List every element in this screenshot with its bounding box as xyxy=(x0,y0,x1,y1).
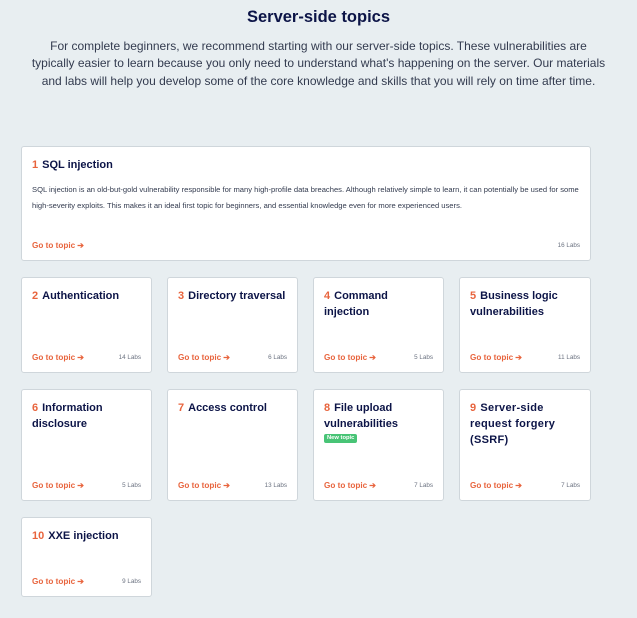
topic-number: 2 xyxy=(32,290,39,302)
go-to-topic-label: Go to topic xyxy=(32,241,76,250)
go-to-topic-label: Go to topic xyxy=(178,481,222,490)
go-to-topic-link[interactable]: Go to topic ➔ xyxy=(32,352,84,362)
topic-name: SQL injection xyxy=(42,159,113,171)
topic-card-xxe-injection[interactable]: 10 XXE injection Go to topic ➔ 9 Labs xyxy=(21,517,152,597)
new-topic-badge: New topic xyxy=(324,434,358,443)
topic-card-file-upload[interactable]: 8 File upload vulnerabilities New topic G… xyxy=(313,389,444,501)
go-to-topic-link[interactable]: Go to topic ➔ xyxy=(470,480,522,490)
topic-title: 3 Directory traversal xyxy=(178,288,289,304)
arrow-right-icon: ➔ xyxy=(369,353,377,362)
go-to-topic-label: Go to topic xyxy=(324,353,368,362)
topic-name: XXE injection xyxy=(48,530,119,542)
go-to-topic-label: Go to topic xyxy=(470,481,514,490)
go-to-topic-link[interactable]: Go to topic ➔ xyxy=(324,480,376,490)
go-to-topic-label: Go to topic xyxy=(32,481,76,490)
arrow-right-icon: ➔ xyxy=(223,481,231,490)
go-to-topic-link[interactable]: Go to topic ➔ xyxy=(324,352,376,362)
topic-number: 3 xyxy=(178,290,185,302)
topic-name: Command injection xyxy=(324,290,388,318)
labs-count: 16 Labs xyxy=(557,242,580,249)
arrow-right-icon: ➔ xyxy=(77,577,85,586)
labs-count: 11 Labs xyxy=(558,354,580,361)
topic-card-command-injection[interactable]: 4 Command injection Go to topic ➔ 5 Labs xyxy=(313,277,444,373)
arrow-right-icon: ➔ xyxy=(77,353,85,362)
topic-name: File upload vulnerabilities xyxy=(324,402,398,430)
arrow-right-icon: ➔ xyxy=(515,481,523,490)
topic-title: 9 Server-side request forgery (SSRF) xyxy=(470,400,582,448)
topic-title: 4 Command injection xyxy=(324,288,435,320)
go-to-topic-link[interactable]: Go to topic ➔ xyxy=(178,352,230,362)
topic-number: 4 xyxy=(324,290,331,302)
labs-count: 9 Labs xyxy=(122,578,141,585)
labs-count: 5 Labs xyxy=(414,354,433,361)
topic-number: 10 xyxy=(32,530,45,542)
topic-number: 1 xyxy=(32,159,39,171)
page-title: Server-side topics xyxy=(246,8,391,26)
topic-title: 7 Access control xyxy=(178,400,289,416)
topic-card-authentication[interactable]: 2 Authentication Go to topic ➔ 14 Labs xyxy=(21,277,152,373)
topic-title: 8 File upload vulnerabilities New topic xyxy=(324,400,435,448)
topic-name: Server-side request forgery (SSRF) xyxy=(470,402,556,446)
topic-card-information-disclosure[interactable]: 6 Information disclosure Go to topic ➔ 5 L… xyxy=(21,389,152,501)
go-to-topic-link[interactable]: Go to topic ➔ xyxy=(470,352,522,362)
topic-card-directory-traversal[interactable]: 3 Directory traversal Go to topic ➔ 6 Labs xyxy=(167,277,298,373)
arrow-right-icon: ➔ xyxy=(77,241,85,250)
go-to-topic-label: Go to topic xyxy=(32,353,76,362)
topic-number: 6 xyxy=(32,402,39,414)
topic-description: SQL injection is an old-but-gold vulnera… xyxy=(32,185,579,210)
labs-count: 5 Labs xyxy=(122,482,141,489)
labs-count: 14 Labs xyxy=(118,354,141,361)
topic-name: Business logic vulnerabilities xyxy=(470,290,558,318)
topic-title: 5 Business logic vulnerabilities xyxy=(470,288,582,320)
topic-title: 10 XXE injection xyxy=(32,528,143,544)
topic-name: Access control xyxy=(188,402,267,414)
topic-card-sql-injection[interactable]: 1 SQL injection SQL injection is an old-b… xyxy=(21,146,591,261)
labs-count: 7 Labs xyxy=(561,482,580,489)
arrow-right-icon: ➔ xyxy=(369,481,377,490)
topic-name: Information disclosure xyxy=(32,402,103,430)
arrow-right-icon: ➔ xyxy=(515,353,523,362)
go-to-topic-label: Go to topic xyxy=(324,481,368,490)
topic-card-business-logic[interactable]: 5 Business logic vulnerabilities Go to to… xyxy=(459,277,591,373)
go-to-topic-link[interactable]: Go to topic ➔ xyxy=(32,480,84,490)
topic-number: 5 xyxy=(470,290,477,302)
topic-name: Authentication xyxy=(42,290,120,302)
intro-paragraph: For complete beginners, we recommend sta… xyxy=(31,39,606,88)
topic-number: 9 xyxy=(470,402,477,414)
topic-title: 1 SQL injection xyxy=(32,157,582,173)
labs-count: 13 Labs xyxy=(264,482,287,489)
topic-title: 2 Authentication xyxy=(32,288,143,304)
topic-number: 7 xyxy=(178,402,185,414)
labs-count: 6 Labs xyxy=(268,354,287,361)
topic-card-access-control[interactable]: 7 Access control Go to topic ➔ 13 Labs xyxy=(167,389,298,501)
go-to-topic-label: Go to topic xyxy=(470,353,514,362)
go-to-topic-link[interactable]: Go to topic ➔ xyxy=(178,480,230,490)
topic-title: 6 Information disclosure xyxy=(32,400,143,432)
topic-number: 8 xyxy=(324,402,331,414)
go-to-topic-link[interactable]: Go to topic ➔ xyxy=(32,240,84,250)
go-to-topic-link[interactable]: Go to topic ➔ xyxy=(32,576,84,586)
go-to-topic-label: Go to topic xyxy=(32,577,76,586)
topic-name: Directory traversal xyxy=(188,290,286,302)
labs-count: 7 Labs xyxy=(414,482,433,489)
go-to-topic-label: Go to topic xyxy=(178,353,222,362)
topic-card-ssrf[interactable]: 9 Server-side request forgery (SSRF) Go t… xyxy=(459,389,591,501)
arrow-right-icon: ➔ xyxy=(223,353,231,362)
arrow-right-icon: ➔ xyxy=(77,481,85,490)
